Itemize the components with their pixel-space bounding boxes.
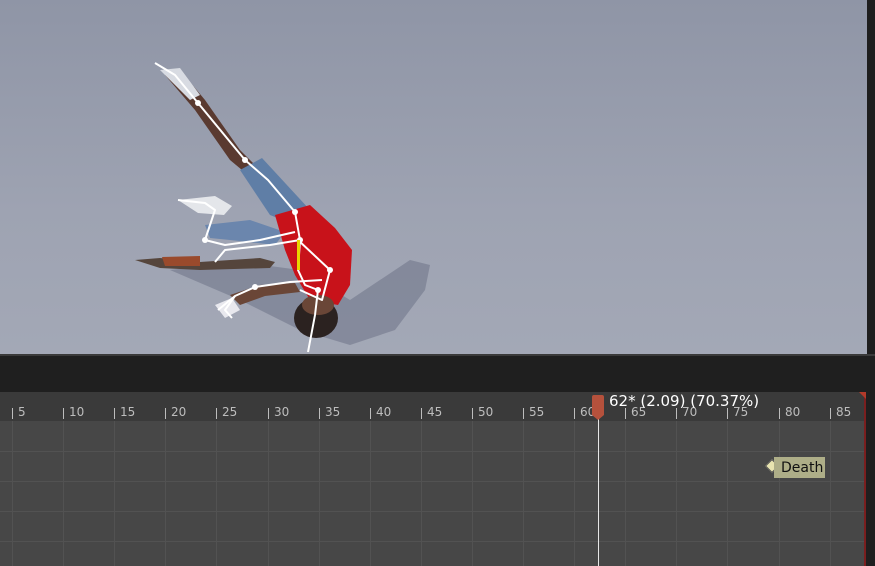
ruler-tick-label: 20 xyxy=(171,405,187,419)
ruler-tick xyxy=(268,408,269,419)
track-divider xyxy=(0,511,866,512)
track-divider xyxy=(0,481,866,482)
end-frame-marker[interactable] xyxy=(859,392,866,399)
grid-line xyxy=(12,421,13,566)
ruler-tick xyxy=(779,408,780,419)
grid-line xyxy=(165,421,166,566)
ruler-tick-label: 15 xyxy=(120,405,136,419)
grid-line xyxy=(370,421,371,566)
playhead-frame-readout: 62* (2.09) (70.37%) xyxy=(609,392,760,410)
notify-track-area[interactable] xyxy=(0,421,866,566)
ruler-tick-label: 40 xyxy=(376,405,392,419)
grid-line xyxy=(574,421,575,566)
grid-line xyxy=(63,421,64,566)
playhead-scrubber[interactable] xyxy=(592,395,604,420)
viewport-border xyxy=(867,0,875,354)
ruler-tick xyxy=(472,408,473,419)
grid-line xyxy=(830,421,831,566)
animation-viewport[interactable] xyxy=(0,0,867,354)
toolbar-strip xyxy=(0,356,875,392)
ruler-tick xyxy=(421,408,422,419)
ruler-tick-label: 55 xyxy=(529,405,545,419)
animation-timeline[interactable]: 5 10 15 20 25 30 35 40 45 50 55 60 65 70 75 80 85 xyxy=(0,392,866,566)
ruler-tick-label: 5 xyxy=(18,405,26,419)
grid-line xyxy=(676,421,677,566)
track-divider xyxy=(0,451,866,452)
notify-death[interactable]: Death xyxy=(774,457,825,478)
ruler-tick xyxy=(63,408,64,419)
ruler-tick-label: 50 xyxy=(478,405,494,419)
grid-line xyxy=(523,421,524,566)
end-frame-line xyxy=(864,392,866,566)
track-divider xyxy=(0,541,866,542)
ruler-tick xyxy=(574,408,575,419)
ruler-tick xyxy=(523,408,524,419)
ruler-tick-label: 10 xyxy=(69,405,85,419)
grid-line xyxy=(472,421,473,566)
ruler-tick-label: 25 xyxy=(222,405,238,419)
ruler-tick-label: 35 xyxy=(325,405,341,419)
ruler-tick-label: 85 xyxy=(836,405,852,419)
ruler-tick-label: 45 xyxy=(427,405,443,419)
character-skeleton-preview xyxy=(135,62,430,353)
ruler-tick xyxy=(370,408,371,419)
ruler-tick-label: 30 xyxy=(274,405,290,419)
grid-line xyxy=(727,421,728,566)
ruler-tick xyxy=(12,408,13,419)
ruler-tick xyxy=(165,408,166,419)
grid-line xyxy=(625,421,626,566)
timeline-scrollbar[interactable] xyxy=(866,392,875,566)
ruler-tick-label: 80 xyxy=(785,405,801,419)
grid-line xyxy=(421,421,422,566)
grid-line xyxy=(114,421,115,566)
ruler-tick xyxy=(216,408,217,419)
ruler-tick xyxy=(114,408,115,419)
playhead-line xyxy=(598,417,599,566)
grid-line xyxy=(268,421,269,566)
grid-line xyxy=(319,421,320,566)
ruler-tick xyxy=(319,408,320,419)
grid-line xyxy=(216,421,217,566)
ruler-tick xyxy=(830,408,831,419)
grid-line xyxy=(779,421,780,566)
